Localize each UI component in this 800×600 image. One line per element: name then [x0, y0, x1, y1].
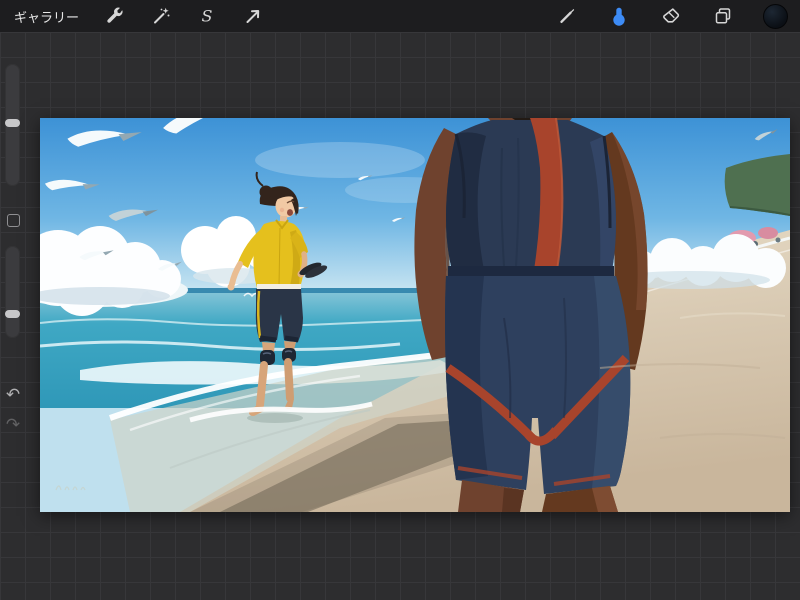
smudge-button[interactable]: [607, 4, 631, 28]
eraser-icon: [663, 8, 680, 23]
layers-button[interactable]: [711, 4, 735, 28]
undo-button[interactable]: ↶: [2, 384, 24, 406]
paint-button[interactable]: [555, 4, 579, 28]
actions-button[interactable]: [103, 4, 127, 28]
gallery-button[interactable]: ギャラリー: [12, 7, 81, 26]
wrench-icon: [107, 7, 123, 23]
transform-button[interactable]: [241, 4, 265, 28]
selection-s-icon: S: [202, 7, 213, 26]
adjustments-button[interactable]: [149, 4, 173, 28]
layers-icon: [715, 8, 731, 24]
modify-button[interactable]: [7, 214, 20, 227]
brush-size-slider[interactable]: [5, 64, 20, 186]
svg-text:S: S: [202, 7, 213, 26]
beach-artwork: [40, 118, 790, 512]
opacity-handle[interactable]: [5, 310, 20, 319]
smudge-icon: [613, 7, 625, 26]
top-bar: ギャラリー S: [0, 0, 800, 32]
top-bar-left-group: ギャラリー S: [12, 4, 265, 28]
brush-icon: [560, 9, 575, 23]
left-toolbar: ↶ ↷: [0, 32, 28, 600]
redo-button[interactable]: ↷: [2, 414, 24, 436]
selection-button[interactable]: S: [195, 4, 219, 28]
top-bar-right-group: [555, 3, 788, 29]
brush-size-handle[interactable]: [5, 118, 20, 127]
artwork-canvas[interactable]: [40, 118, 790, 512]
artist-signature: [55, 485, 86, 491]
transform-arrow-icon: [246, 10, 260, 23]
magic-wand-icon: [154, 7, 170, 24]
color-swatch[interactable]: [763, 3, 788, 29]
erase-button[interactable]: [659, 4, 683, 28]
opacity-slider[interactable]: [5, 246, 20, 338]
